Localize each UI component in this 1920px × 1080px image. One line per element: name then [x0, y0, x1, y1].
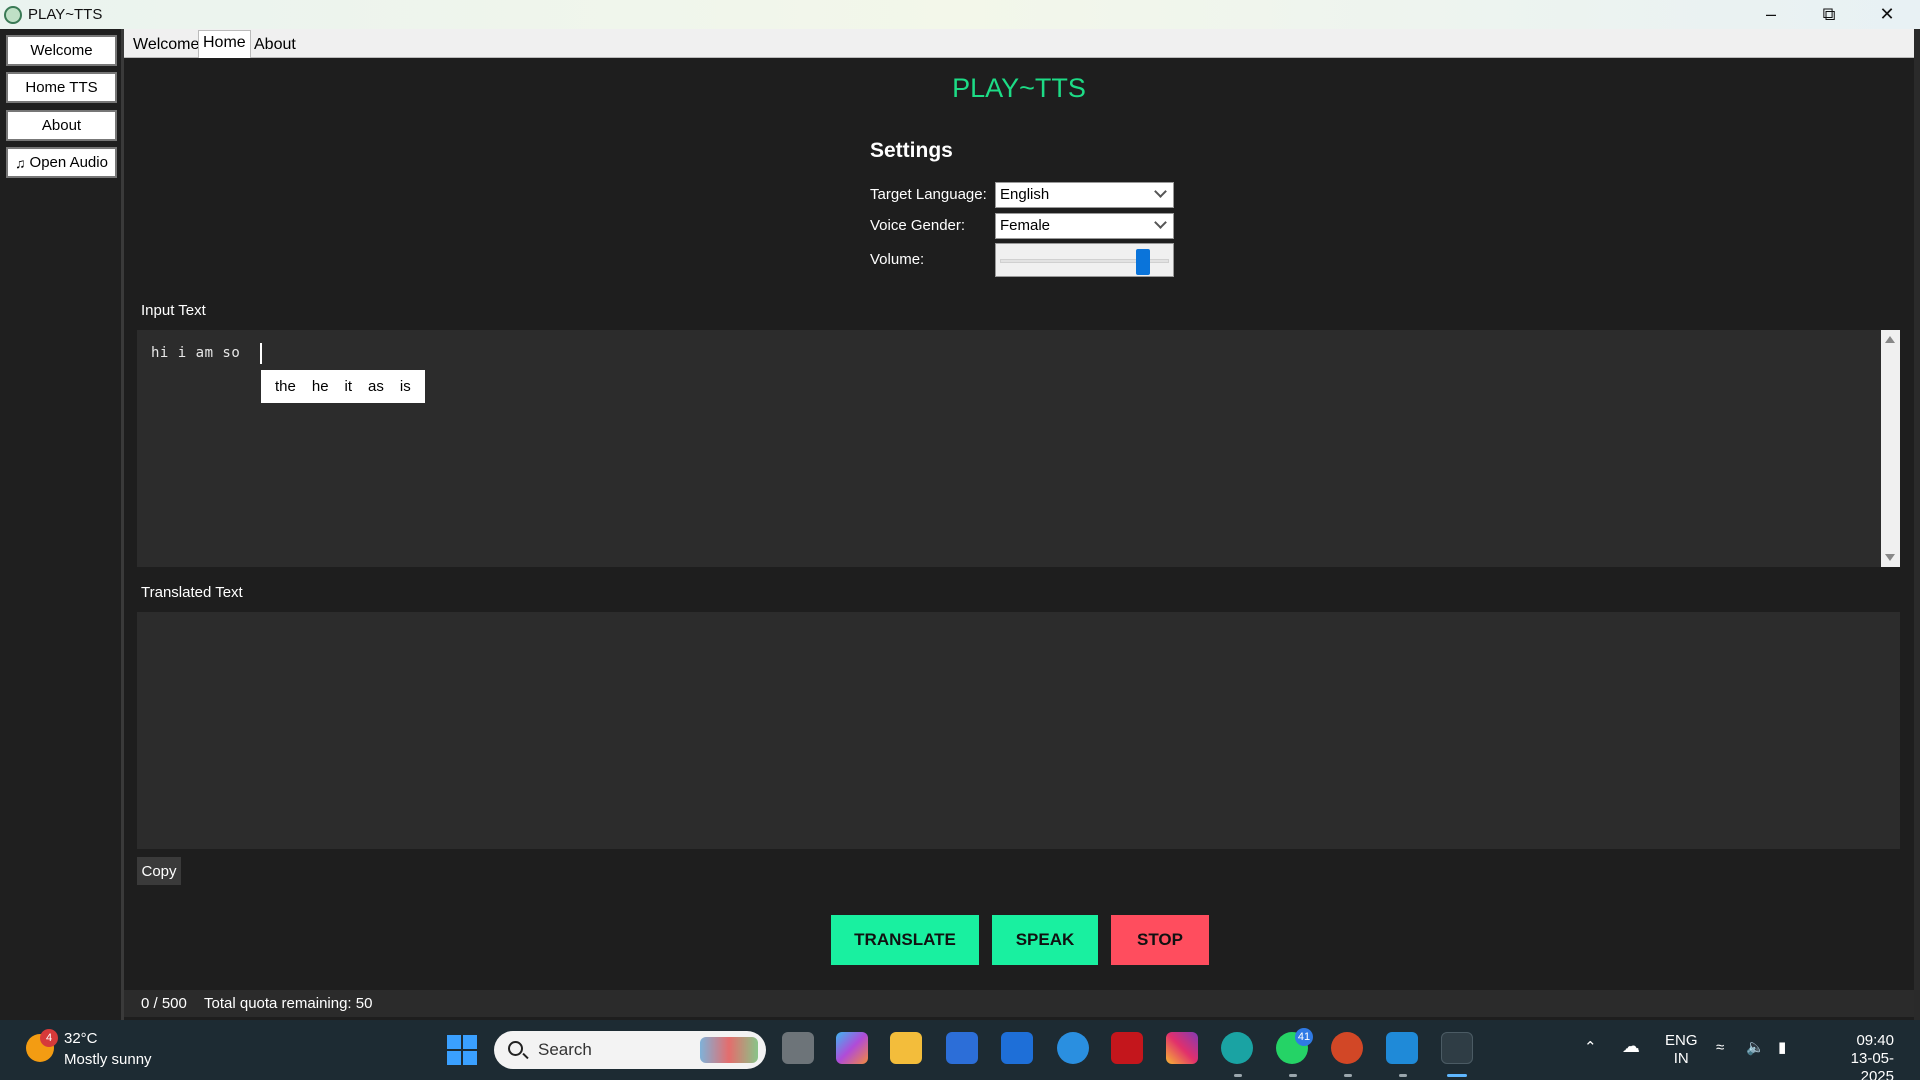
chevron-down-icon	[1154, 216, 1167, 229]
sidebar-home-tts-label: Home TTS	[25, 79, 98, 96]
search-highlight-art-icon	[700, 1037, 758, 1063]
running-indicator	[1399, 1074, 1407, 1077]
suggestion-item[interactable]: it	[337, 378, 361, 395]
clock-date: 13-05-2025	[1850, 1050, 1894, 1080]
wifi-icon[interactable]: ≈	[1716, 1039, 1724, 1056]
window-title: PLAY~TTS	[28, 6, 103, 23]
powerpoint-icon[interactable]	[1331, 1032, 1363, 1064]
quota-remaining: Total quota remaining: 50	[204, 995, 373, 1012]
clock-time: 09:40	[1856, 1032, 1894, 1049]
mcafee-icon[interactable]	[1111, 1032, 1143, 1064]
scroll-up-arrow-icon[interactable]	[1885, 336, 1895, 343]
speaker-icon[interactable]: 🔈	[1746, 1038, 1765, 1056]
text-caret	[260, 343, 262, 364]
suggestion-item[interactable]: as	[360, 378, 392, 395]
close-button[interactable]: ✕	[1858, 0, 1916, 29]
copilot-icon[interactable]	[836, 1032, 868, 1064]
copy-button[interactable]: Copy	[137, 857, 181, 885]
title-bar: PLAY~TTS – ⧉ ✕	[0, 0, 1920, 29]
input-text-value: hi i am so	[151, 345, 241, 361]
input-text-area[interactable]	[137, 330, 1881, 567]
suggestion-item[interactable]: he	[304, 378, 337, 395]
microsoft-store-icon[interactable]	[946, 1032, 978, 1064]
windows-start-icon[interactable]	[447, 1035, 477, 1065]
target-language-label: Target Language:	[870, 186, 987, 203]
speak-button[interactable]: SPEAK	[992, 915, 1098, 965]
language-line1: ENG	[1665, 1032, 1698, 1049]
instagram-icon[interactable]	[1166, 1032, 1198, 1064]
sidebar: Welcome Home TTS About ♫ Open Audio	[0, 29, 124, 1020]
autocomplete-suggestions: the he it as is	[261, 370, 425, 403]
sidebar-welcome-button[interactable]: Welcome	[6, 35, 117, 66]
voice-gender-value: Female	[1000, 217, 1051, 234]
file-explorer-icon[interactable]	[890, 1032, 922, 1064]
voice-gender-select[interactable]: Female	[995, 213, 1174, 239]
help-icon[interactable]	[1057, 1032, 1089, 1064]
translate-button[interactable]: TRANSLATE	[831, 915, 979, 965]
language-indicator[interactable]: ENG IN	[1665, 1032, 1698, 1068]
task-view-icon[interactable]	[782, 1032, 814, 1064]
tab-bar: Welcome Home About	[124, 29, 1914, 58]
weather-temperature[interactable]: 32°C	[64, 1030, 98, 1047]
translated-text-area[interactable]	[137, 612, 1900, 849]
taskbar-search[interactable]: Search	[494, 1031, 766, 1069]
target-language-value: English	[1000, 186, 1050, 203]
target-language-select[interactable]: English	[995, 182, 1174, 208]
running-indicator	[1289, 1074, 1297, 1077]
search-placeholder: Search	[538, 1040, 592, 1059]
translated-text-label: Translated Text	[141, 584, 243, 601]
restore-button[interactable]: ⧉	[1800, 0, 1858, 29]
search-icon	[508, 1041, 523, 1056]
sidebar-about-button[interactable]: About	[6, 110, 117, 141]
running-indicator	[1234, 1074, 1242, 1077]
app-heading: PLAY~TTS	[952, 73, 1086, 103]
voice-gender-label: Voice Gender:	[870, 217, 966, 234]
battery-icon[interactable]: ▮	[1778, 1038, 1786, 1056]
onedrive-cloud-icon[interactable]: ☁	[1622, 1036, 1640, 1057]
tab-welcome[interactable]: Welcome	[129, 33, 203, 57]
sidebar-welcome-label: Welcome	[30, 42, 93, 59]
running-indicator	[1344, 1074, 1352, 1077]
active-indicator	[1447, 1074, 1467, 1077]
weather-description[interactable]: Mostly sunny	[64, 1051, 152, 1068]
scroll-down-arrow-icon[interactable]	[1885, 554, 1895, 561]
tab-about[interactable]: About	[250, 33, 300, 57]
sidebar-about-label: About	[41, 117, 82, 134]
weather-badge: 4	[40, 1029, 58, 1047]
language-line2: IN	[1673, 1050, 1689, 1067]
status-bar: 0 / 500 Total quota remaining: 50	[124, 990, 1914, 1017]
suggestion-item[interactable]: is	[392, 378, 419, 395]
show-hidden-icons-chevron-icon[interactable]: ⌃	[1584, 1038, 1597, 1056]
myhp-icon[interactable]	[1001, 1032, 1033, 1064]
open-audio-button[interactable]: ♫ Open Audio	[6, 147, 117, 178]
input-text-label: Input Text	[141, 302, 206, 319]
chevron-down-icon	[1154, 185, 1167, 198]
whatsapp-badge: 41	[1295, 1028, 1313, 1046]
music-note-icon: ♫	[15, 154, 26, 171]
edge-icon[interactable]	[1221, 1032, 1253, 1064]
app-logo-icon	[4, 6, 22, 24]
minimize-button[interactable]: –	[1742, 0, 1800, 29]
volume-slider[interactable]	[995, 243, 1174, 277]
clock[interactable]: 09:40 13-05-2025	[1818, 1032, 1894, 1080]
settings-heading: Settings	[870, 139, 953, 162]
play-tts-taskbar-icon[interactable]	[1441, 1032, 1473, 1064]
tab-home[interactable]: Home	[198, 30, 251, 58]
suggestion-item[interactable]: the	[267, 378, 304, 395]
input-scrollbar[interactable]	[1881, 330, 1900, 567]
vscode-icon[interactable]	[1386, 1032, 1418, 1064]
stop-button[interactable]: STOP	[1111, 915, 1209, 965]
open-audio-label: Open Audio	[29, 154, 108, 171]
taskbar: 4 32°C Mostly sunny Search 41 ⌃ ☁ ENG IN…	[0, 1020, 1920, 1080]
sidebar-home-tts-button[interactable]: Home TTS	[6, 72, 117, 103]
volume-label: Volume:	[870, 251, 925, 268]
volume-slider-thumb[interactable]	[1136, 249, 1151, 275]
char-count: 0 / 500	[141, 995, 187, 1012]
